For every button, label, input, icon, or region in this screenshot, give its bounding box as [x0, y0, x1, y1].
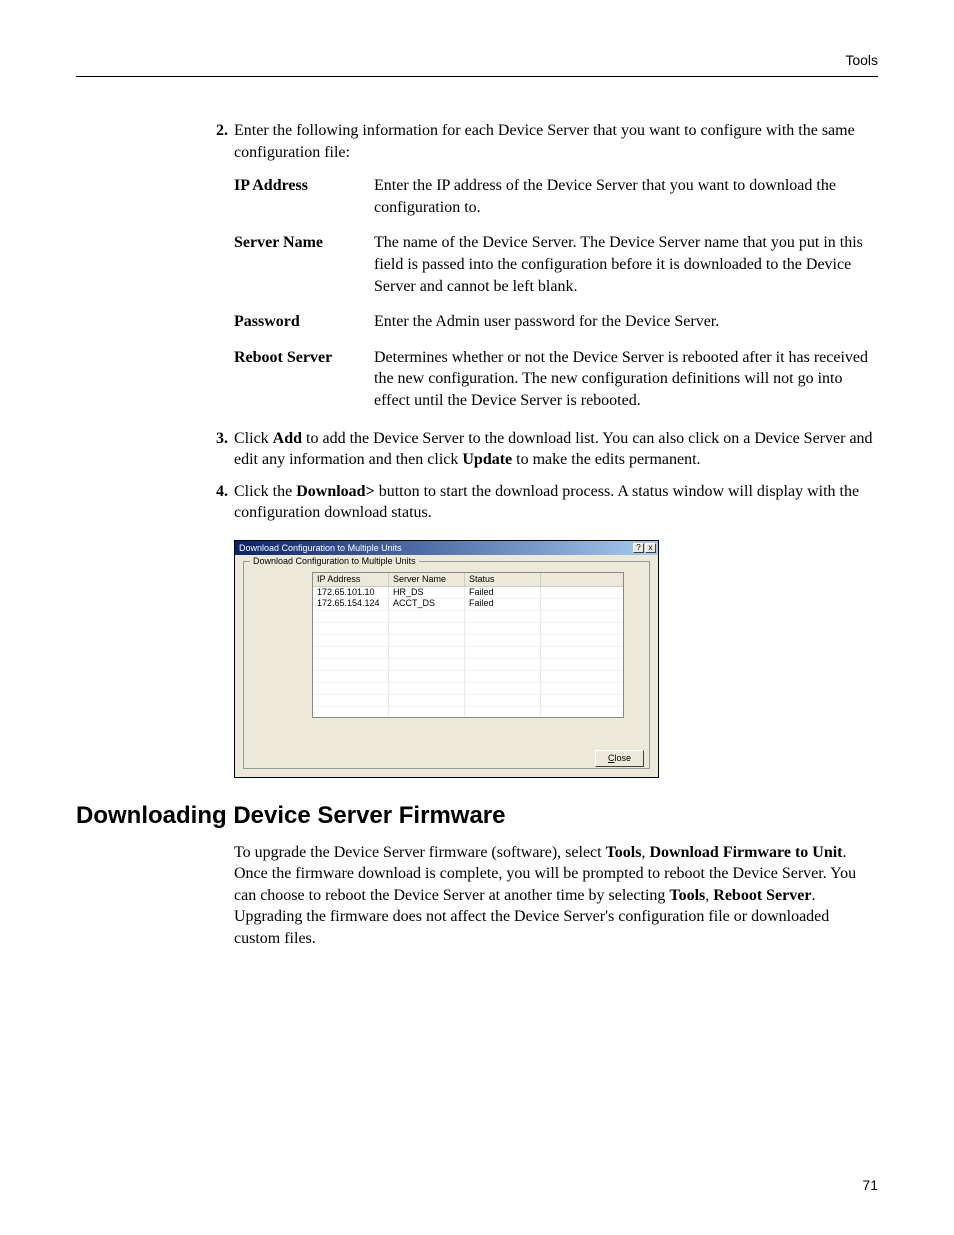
def-term: Password [234, 311, 374, 333]
text: Click [234, 430, 273, 447]
col-ip[interactable]: IP Address [313, 573, 389, 586]
def-term: Reboot Server [234, 347, 374, 412]
titlebar-buttons: ? x [633, 543, 656, 553]
download-table: IP Address Server Name Status 172.65.101… [312, 572, 624, 718]
step-number: 4. [196, 481, 234, 524]
table-row[interactable]: 172.65.101.10 HR_DS Failed [313, 587, 623, 598]
step-number: 2. [196, 120, 234, 163]
bold-add: Add [273, 430, 302, 447]
page-number: 71 [862, 1177, 878, 1193]
content: 2. Enter the following information for e… [76, 120, 878, 950]
def-row: Password Enter the Admin user password f… [234, 311, 878, 333]
def-desc: The name of the Device Server. The Devic… [374, 232, 878, 297]
step-3: 3. Click Add to add the Device Server to… [76, 428, 878, 471]
def-term: Server Name [234, 232, 374, 297]
groupbox-label: Download Configuration to Multiple Units [250, 556, 419, 567]
cell-name: ACCT_DS [389, 598, 465, 609]
col-server-name[interactable]: Server Name [389, 573, 465, 586]
page: Tools 2. Enter the following information… [0, 0, 954, 1235]
section-heading: Downloading Device Server Firmware [76, 802, 878, 830]
cell-ip: 172.65.101.10 [313, 587, 389, 598]
bold-download-firmware: Download Firmware to Unit [649, 844, 842, 861]
definition-table: IP Address Enter the IP address of the D… [234, 175, 878, 411]
table-header: IP Address Server Name Status [313, 573, 623, 587]
close-icon[interactable]: x [645, 543, 656, 553]
firmware-paragraph: To upgrade the Device Server firmware (s… [234, 842, 878, 950]
download-config-dialog: Download Configuration to Multiple Units… [234, 540, 659, 778]
bold-tools-2: Tools [669, 887, 705, 904]
text: Click the [234, 483, 296, 500]
page-header-section: Tools [845, 52, 878, 68]
cell-ip: 172.65.154.124 [313, 598, 389, 609]
step-number: 3. [196, 428, 234, 471]
table-row[interactable]: 172.65.154.124 ACCT_DS Failed [313, 598, 623, 609]
def-row: IP Address Enter the IP address of the D… [234, 175, 878, 218]
step-text: Enter the following information for each… [234, 120, 878, 163]
dialog-screenshot: Download Configuration to Multiple Units… [234, 540, 659, 778]
bold-tools: Tools [606, 844, 642, 861]
step-2: 2. Enter the following information for e… [76, 120, 878, 163]
step-text: Click Add to add the Device Server to th… [234, 428, 878, 471]
def-desc: Determines whether or not the Device Ser… [374, 347, 878, 412]
cell-name: HR_DS [389, 587, 465, 598]
def-row: Reboot Server Determines whether or not … [234, 347, 878, 412]
cell-status: Failed [465, 587, 541, 598]
dialog-title: Download Configuration to Multiple Units [239, 543, 402, 554]
step-4: 4. Click the Download> button to start t… [76, 481, 878, 524]
bold-reboot-server: Reboot Server [713, 887, 811, 904]
col-spacer [541, 573, 623, 586]
def-term: IP Address [234, 175, 374, 218]
def-desc: Enter the IP address of the Device Serve… [374, 175, 878, 218]
step-text: Click the Download> button to start the … [234, 481, 878, 524]
close-rest: lose [614, 753, 631, 763]
bold-download: Download> [296, 483, 374, 500]
text: to make the edits permanent. [512, 451, 700, 468]
close-button[interactable]: Close [595, 750, 644, 767]
bold-update: Update [462, 451, 512, 468]
cell-status: Failed [465, 598, 541, 609]
dialog-titlebar: Download Configuration to Multiple Units… [235, 541, 658, 555]
def-desc: Enter the Admin user password for the De… [374, 311, 878, 333]
col-status[interactable]: Status [465, 573, 541, 586]
header-rule [76, 76, 878, 77]
def-row: Server Name The name of the Device Serve… [234, 232, 878, 297]
help-icon[interactable]: ? [633, 543, 644, 553]
groupbox: Download Configuration to Multiple Units… [243, 561, 650, 769]
dialog-body: Download Configuration to Multiple Units… [235, 555, 658, 777]
text: To upgrade the Device Server firmware (s… [234, 844, 606, 861]
table-body: 172.65.101.10 HR_DS Failed 172.65.154.12… [313, 587, 623, 717]
